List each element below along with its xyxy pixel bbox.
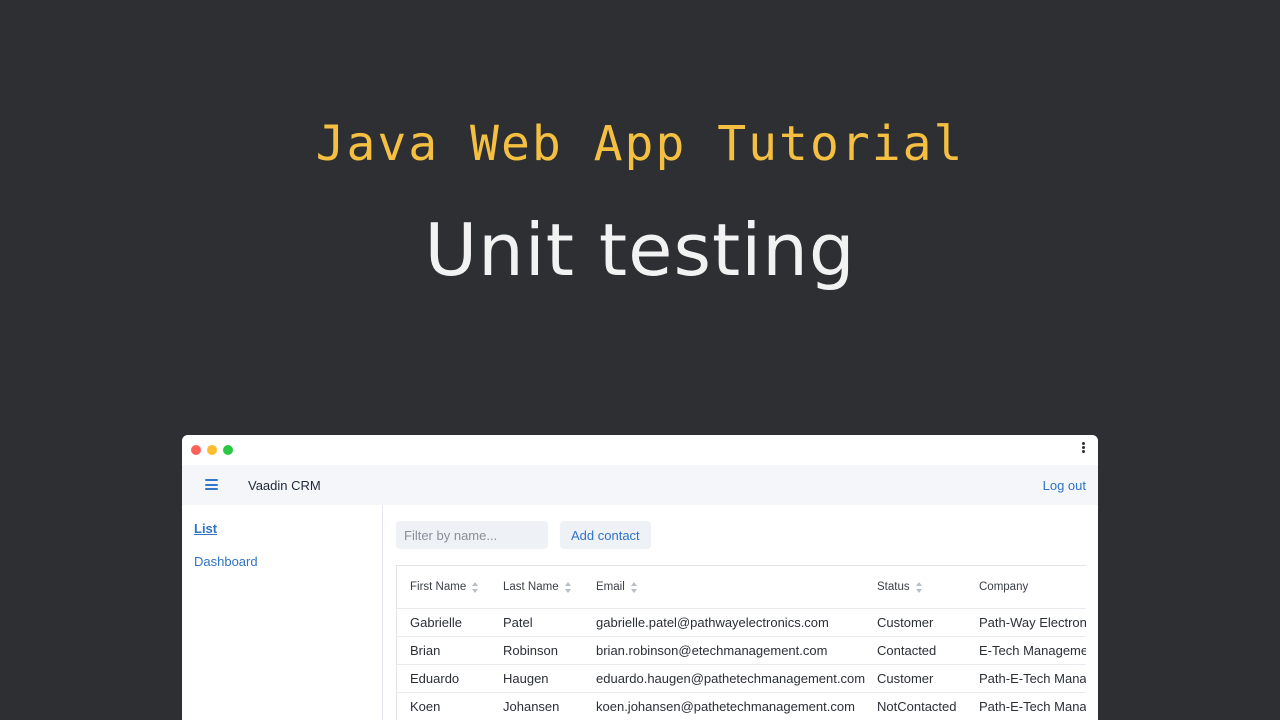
drawer-item-dashboard[interactable]: Dashboard [194, 554, 258, 569]
cell-first-name: Gabrielle [410, 615, 463, 630]
table-row[interactable]: Eduardo Haugen eduardo.haugen@pathetechm… [397, 665, 1086, 693]
cell-email: brian.robinson@etechmanagement.com [596, 643, 828, 658]
cell-last-name: Patel [503, 615, 533, 630]
cell-status: Customer [877, 615, 934, 630]
cell-company: E-Tech Management [979, 643, 1086, 658]
close-window-dot[interactable] [191, 445, 201, 455]
app-name: Vaadin CRM [248, 478, 321, 493]
sort-icon[interactable] [472, 581, 479, 593]
column-header-last-name[interactable]: Last Name [503, 566, 593, 608]
cell-email: eduardo.haugen@pathetechmanagement.com [596, 671, 866, 686]
cell-email: gabrielle.patel@pathwayelectronics.com [596, 615, 829, 630]
cell-status: Customer [877, 671, 934, 686]
table-row[interactable]: Koen Johansen koen.johansen@pathetechman… [397, 693, 1086, 720]
cell-status: NotContacted [877, 699, 957, 714]
add-contact-button[interactable]: Add contact [560, 521, 651, 549]
more-options-icon[interactable] [1080, 441, 1086, 454]
cell-email: koen.johansen@pathetechmanagement.com [596, 699, 855, 714]
app-header: Vaadin CRM Log out [182, 465, 1098, 505]
browser-window: Vaadin CRM Log out List Dashboard Add co… [182, 435, 1098, 720]
cell-last-name: Johansen [503, 699, 560, 714]
column-header-first-name[interactable]: First Name [410, 566, 500, 608]
cell-first-name: Koen [410, 699, 441, 714]
sort-icon[interactable] [564, 581, 572, 593]
cell-last-name: Robinson [503, 643, 558, 658]
column-header-company: Company [979, 581, 1029, 593]
maximize-window-dot[interactable] [223, 445, 233, 455]
tutorial-title: Unit testing [424, 208, 856, 292]
cell-company: Path-E-Tech Management [979, 699, 1086, 714]
side-drawer: List Dashboard [182, 505, 383, 720]
window-titlebar [182, 435, 1098, 465]
minimize-window-dot[interactable] [207, 445, 217, 455]
grid-header-row: First Name Last Name Email Status Compan… [397, 566, 1086, 609]
cell-first-name: Brian [410, 643, 441, 658]
sort-icon[interactable] [630, 581, 638, 593]
tutorial-subtitle: Java Web App Tutorial [315, 116, 965, 172]
cell-status: Contacted [877, 643, 937, 658]
filter-input[interactable] [396, 521, 548, 549]
contacts-grid: First Name Last Name Email Status Compan… [396, 565, 1086, 720]
cell-first-name: Eduardo [410, 671, 460, 686]
menu-toggle-icon[interactable] [205, 479, 218, 490]
drawer-item-list[interactable]: List [194, 521, 217, 536]
cell-company: Path-Way Electronics [979, 615, 1086, 630]
cell-company: Path-E-Tech Management [979, 671, 1086, 686]
table-row[interactable]: Gabrielle Patel gabrielle.patel@pathwaye… [397, 609, 1086, 637]
column-header-email[interactable]: Email [596, 566, 874, 608]
table-row[interactable]: Brian Robinson brian.robinson@etechmanag… [397, 637, 1086, 665]
logout-link[interactable]: Log out [1043, 478, 1086, 493]
sort-icon[interactable] [915, 581, 923, 593]
column-header-status[interactable]: Status [877, 566, 977, 608]
cell-last-name: Haugen [503, 671, 549, 686]
